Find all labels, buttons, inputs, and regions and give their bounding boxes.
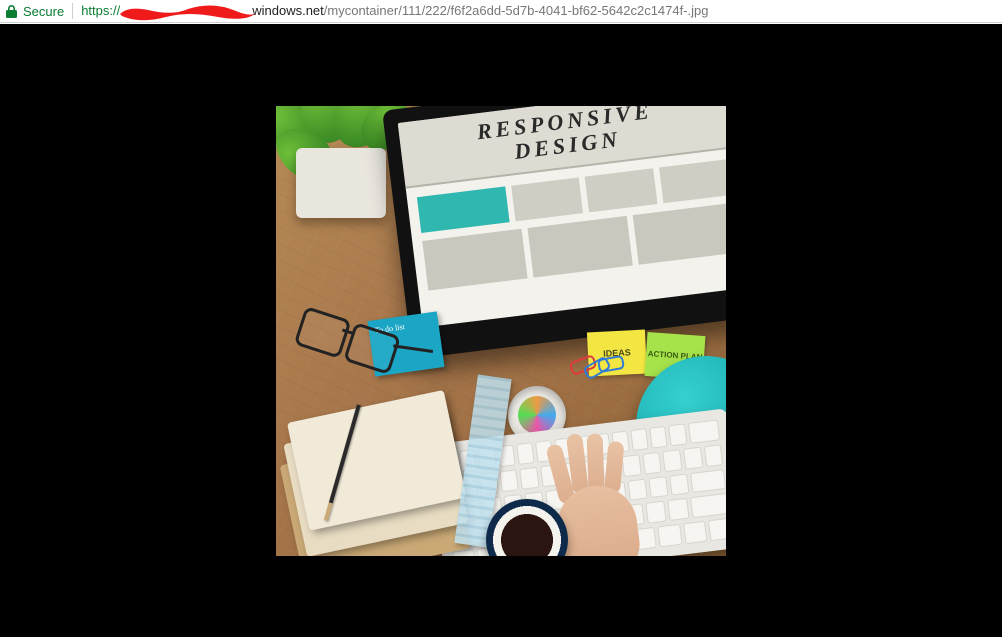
image-viewport: Responsive RESPONSIVE DESIGN IDEAS ACTIO… — [0, 24, 1002, 637]
lock-icon — [6, 5, 17, 18]
monitor-screen: RESPONSIVE DESIGN — [398, 106, 726, 328]
redacted-host — [121, 5, 251, 19]
url-domain: windows.net — [252, 3, 324, 18]
url-text[interactable]: https:// windows.net/mycontainer/111/222/… — [81, 3, 708, 19]
displayed-image: Responsive RESPONSIVE DESIGN IDEAS ACTIO… — [276, 106, 726, 556]
url-path: /mycontainer/111/222/f6f2a6dd-5d7b-4041-… — [324, 3, 709, 18]
address-separator — [72, 3, 73, 19]
url-scheme: https:// — [81, 3, 120, 18]
secure-label: Secure — [23, 4, 64, 19]
paper-clips — [576, 352, 626, 372]
address-bar[interactable]: Secure https:// windows.net/mycontainer/1… — [0, 0, 1002, 23]
